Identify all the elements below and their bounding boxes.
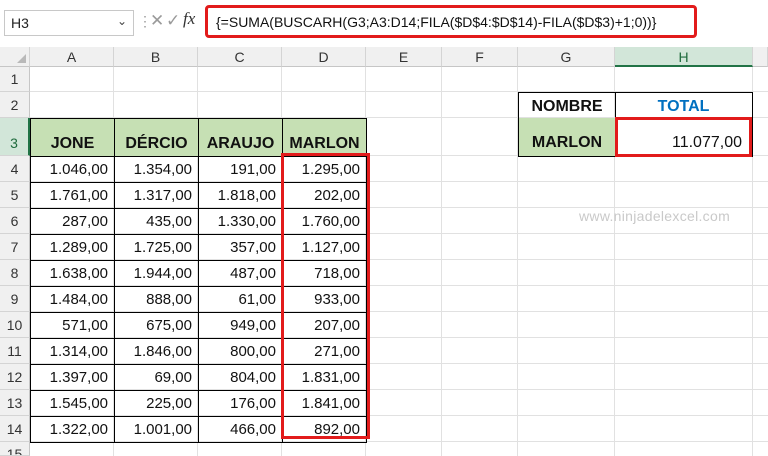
table-cell[interactable]: 487,00 <box>198 260 283 287</box>
row-header-11[interactable]: 11 <box>0 338 30 364</box>
column-header-a[interactable]: A <box>30 47 114 67</box>
total-label[interactable]: TOTAL <box>615 92 753 119</box>
table-cell[interactable]: 435,00 <box>114 208 199 235</box>
column-header-e[interactable]: E <box>366 47 442 67</box>
total-value[interactable]: 11.077,00 <box>615 118 753 157</box>
row-header-4[interactable]: 4 <box>0 156 30 182</box>
table-cell[interactable]: 61,00 <box>198 286 283 313</box>
row-header-14[interactable]: 14 <box>0 416 30 442</box>
column-header-b[interactable]: B <box>114 47 198 67</box>
row-header-13[interactable]: 13 <box>0 390 30 416</box>
table-cell[interactable]: 1.001,00 <box>114 416 199 443</box>
name-box-value: H3 <box>11 15 29 31</box>
table-cell[interactable]: 357,00 <box>198 234 283 261</box>
select-all-button[interactable] <box>0 47 30 67</box>
row-header-12[interactable]: 12 <box>0 364 30 390</box>
table-cell[interactable]: 1.127,00 <box>282 234 367 261</box>
table-cell[interactable]: 675,00 <box>114 312 199 339</box>
table-cell[interactable]: 1.725,00 <box>114 234 199 261</box>
row-header-3[interactable]: 3 <box>0 118 30 156</box>
table-cell[interactable]: 1.760,00 <box>282 208 367 235</box>
table-cell[interactable]: 176,00 <box>198 390 283 417</box>
table-cell[interactable]: 1.545,00 <box>30 390 115 417</box>
column-header-h[interactable]: H <box>615 47 753 67</box>
nombre-value[interactable]: MARLON <box>518 118 616 157</box>
table-cell[interactable]: 1.317,00 <box>114 182 199 209</box>
table-header-jone[interactable]: JONE <box>30 118 115 157</box>
table-cell[interactable]: 1.761,00 <box>30 182 115 209</box>
table-cell[interactable]: 271,00 <box>282 338 367 365</box>
column-header-d[interactable]: D <box>282 47 366 67</box>
enter-icon[interactable]: ✓ <box>166 11 180 31</box>
table-cell[interactable]: 1.831,00 <box>282 364 367 391</box>
watermark-text: www.ninjadelexcel.com <box>579 208 731 224</box>
table-cell[interactable]: 888,00 <box>114 286 199 313</box>
table-cell[interactable]: 1.846,00 <box>114 338 199 365</box>
table-cell[interactable]: 804,00 <box>198 364 283 391</box>
column-header-f[interactable]: F <box>442 47 518 67</box>
table-cell[interactable]: 191,00 <box>198 156 283 183</box>
formula-bar: H3 ⌄ ⋮ ✕ ✓ fx {=SUMA(BUSCARH(G3;A3:D14;F… <box>0 0 768 44</box>
table-cell[interactable]: 892,00 <box>282 416 367 443</box>
table-cell[interactable]: 1.322,00 <box>30 416 115 443</box>
table-cell[interactable]: 69,00 <box>114 364 199 391</box>
row-header-15[interactable]: 15 <box>0 442 30 456</box>
table-cell[interactable]: 1.818,00 <box>198 182 283 209</box>
table-cell[interactable]: 571,00 <box>30 312 115 339</box>
formula-text: {=SUMA(BUSCARH(G3;A3:D14;FILA($D$4:$D$14… <box>216 14 657 30</box>
row-header-8[interactable]: 8 <box>0 260 30 286</box>
table-cell[interactable]: 1.314,00 <box>30 338 115 365</box>
table-header-dercio[interactable]: DÉRCIO <box>114 118 199 157</box>
row-header-7[interactable]: 7 <box>0 234 30 260</box>
table-cell[interactable]: 933,00 <box>282 286 367 313</box>
column-header-c[interactable]: C <box>198 47 282 67</box>
select-all-icon <box>17 54 26 63</box>
table-cell[interactable]: 287,00 <box>30 208 115 235</box>
table-cell[interactable]: 1.354,00 <box>114 156 199 183</box>
table-header-marlon[interactable]: MARLON <box>282 118 367 157</box>
cancel-icon[interactable]: ✕ <box>150 11 164 31</box>
chevron-down-icon[interactable]: ⌄ <box>117 14 127 28</box>
row-header-10[interactable]: 10 <box>0 312 30 338</box>
table-header-araujo[interactable]: ARAUJO <box>198 118 283 157</box>
nombre-label[interactable]: NOMBRE <box>518 92 616 119</box>
table-cell[interactable]: 466,00 <box>198 416 283 443</box>
insert-function-icon[interactable]: fx <box>183 9 195 29</box>
table-cell[interactable]: 718,00 <box>282 260 367 287</box>
table-cell[interactable]: 225,00 <box>114 390 199 417</box>
table-cell[interactable]: 1.289,00 <box>30 234 115 261</box>
row-header-9[interactable]: 9 <box>0 286 30 312</box>
table-cell[interactable]: 1.638,00 <box>30 260 115 287</box>
row-header-2[interactable]: 2 <box>0 92 30 118</box>
table-cell[interactable]: 949,00 <box>198 312 283 339</box>
table-cell[interactable]: 800,00 <box>198 338 283 365</box>
table-cell[interactable]: 1.046,00 <box>30 156 115 183</box>
formula-input[interactable]: {=SUMA(BUSCARH(G3;A3:D14;FILA($D$4:$D$14… <box>205 5 697 38</box>
column-header-g[interactable]: G <box>518 47 615 67</box>
table-cell[interactable]: 1.944,00 <box>114 260 199 287</box>
table-cell[interactable]: 1.330,00 <box>198 208 283 235</box>
table-cell[interactable]: 1.397,00 <box>30 364 115 391</box>
table-cell[interactable]: 202,00 <box>282 182 367 209</box>
table-cell[interactable]: 1.841,00 <box>282 390 367 417</box>
column-header-i[interactable] <box>753 47 768 67</box>
name-box[interactable]: H3 ⌄ <box>4 10 134 36</box>
row-header-5[interactable]: 5 <box>0 182 30 208</box>
table-cell[interactable]: 1.484,00 <box>30 286 115 313</box>
table-cell[interactable]: 1.295,00 <box>282 156 367 183</box>
row-header-6[interactable]: 6 <box>0 208 30 234</box>
table-cell[interactable]: 207,00 <box>282 312 367 339</box>
row-header-1[interactable]: 1 <box>0 67 30 92</box>
